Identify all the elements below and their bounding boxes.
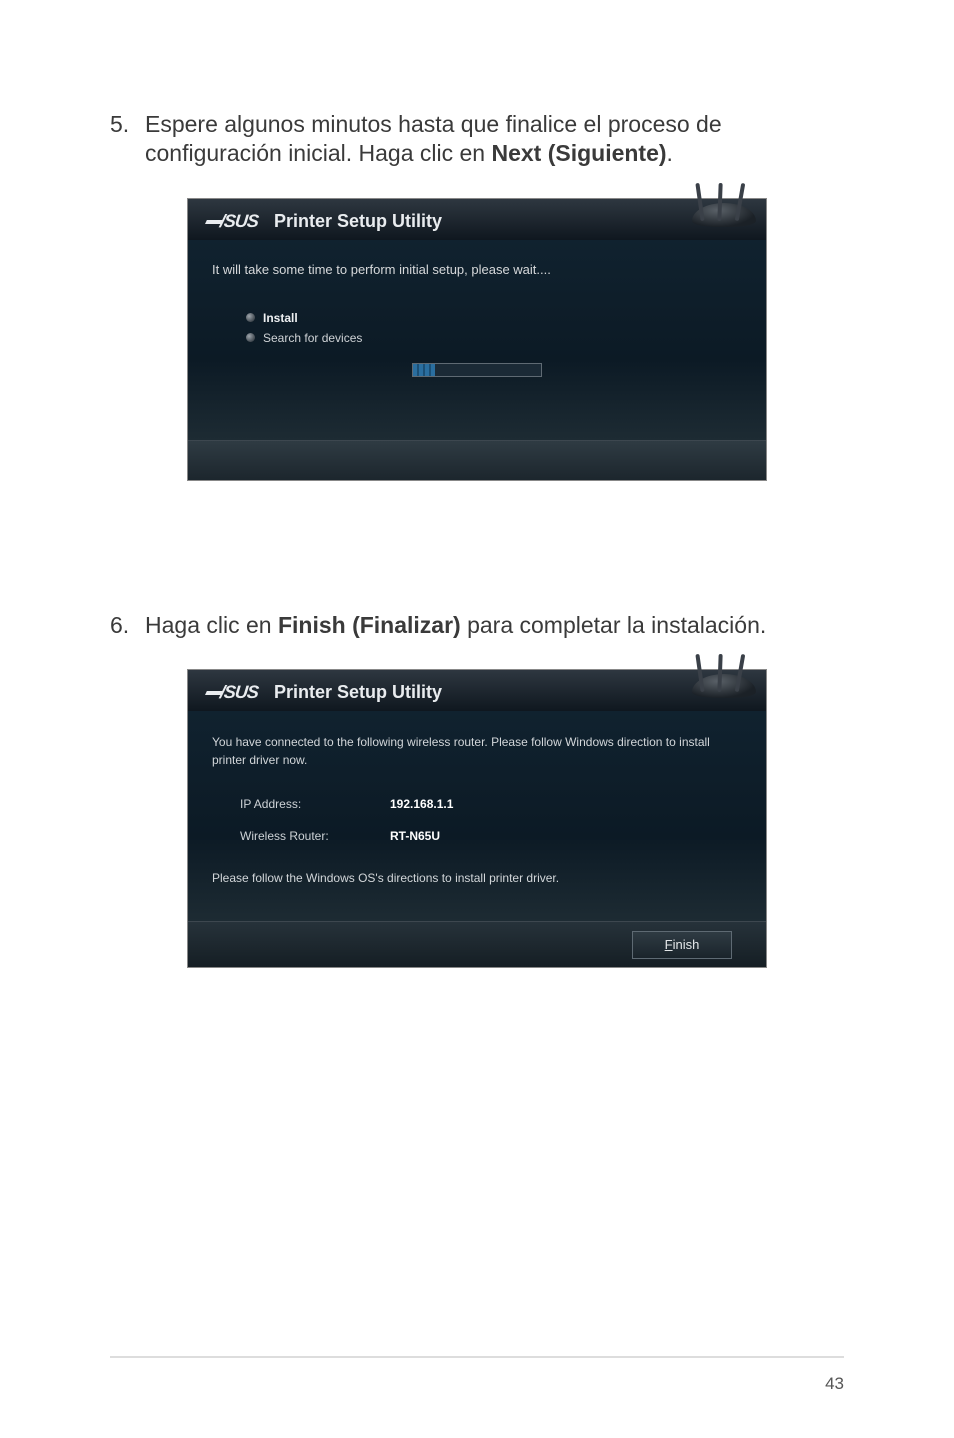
router-icon <box>670 670 760 710</box>
router-value: RT-N65U <box>390 829 440 843</box>
finish-underline-letter: F <box>665 937 673 952</box>
step-6-bold: Finish (Finalizar) <box>278 612 461 638</box>
bullet-icon <box>246 333 255 342</box>
step-5-number: 5. <box>110 110 145 168</box>
page-number: 43 <box>825 1374 844 1394</box>
step-5: 5. Espere algunos minutos hasta que fina… <box>110 110 844 168</box>
finish-button[interactable]: Finish <box>632 931 732 959</box>
step-5-bold: Next (Siguiente) <box>491 140 666 166</box>
step-6-text: Haga clic en Finish (Finalizar) para com… <box>145 611 844 640</box>
router-label: Wireless Router: <box>240 829 390 843</box>
asus-logo-icon: /SUS <box>205 682 259 703</box>
dialog-2-title: Printer Setup Utility <box>274 682 442 703</box>
router-icon <box>670 199 760 239</box>
ip-value: 192.168.1.1 <box>390 797 453 811</box>
step-5-post: . <box>667 140 673 166</box>
page-footer-rule <box>110 1356 844 1358</box>
dialog-1-footer <box>188 440 766 480</box>
router-row: Wireless Router: RT-N65U <box>212 829 742 843</box>
dialog-1-title: Printer Setup Utility <box>274 211 442 232</box>
asus-logo-icon: /SUS <box>205 211 259 232</box>
step-5-text: Espere algunos minutos hasta que finalic… <box>145 110 844 168</box>
ip-label: IP Address: <box>240 797 390 811</box>
install-label: Install <box>263 311 298 325</box>
dialog-2-note: Please follow the Windows OS's direction… <box>212 871 742 885</box>
step-6-pre: Haga clic en <box>145 612 278 638</box>
search-item: Search for devices <box>212 331 742 345</box>
dialog-2-body: You have connected to the following wire… <box>188 711 766 921</box>
dialog-2-footer: Finish <box>188 921 766 967</box>
ip-row: IP Address: 192.168.1.1 <box>212 797 742 811</box>
dialog-1-body: It will take some time to perform initia… <box>188 240 766 440</box>
dialog-1: /SUS Printer Setup Utility It will take … <box>187 198 767 481</box>
step-6-post: para completar la instalación. <box>461 612 767 638</box>
dialog-2-titlebar: /SUS Printer Setup Utility <box>188 670 766 711</box>
step-6: 6. Haga clic en Finish (Finalizar) para … <box>110 611 844 640</box>
step-6-number: 6. <box>110 611 145 640</box>
progress-bar <box>412 363 542 377</box>
dialog-2: /SUS Printer Setup Utility You have conn… <box>187 669 767 968</box>
dialog-2-info: You have connected to the following wire… <box>212 733 742 769</box>
dialog-1-titlebar: /SUS Printer Setup Utility <box>188 199 766 240</box>
bullet-icon <box>246 313 255 322</box>
dialog-1-message: It will take some time to perform initia… <box>212 262 742 277</box>
search-label: Search for devices <box>263 331 362 345</box>
finish-rest: inish <box>673 937 700 952</box>
progress-fill <box>413 364 435 376</box>
install-item: Install <box>212 311 742 325</box>
